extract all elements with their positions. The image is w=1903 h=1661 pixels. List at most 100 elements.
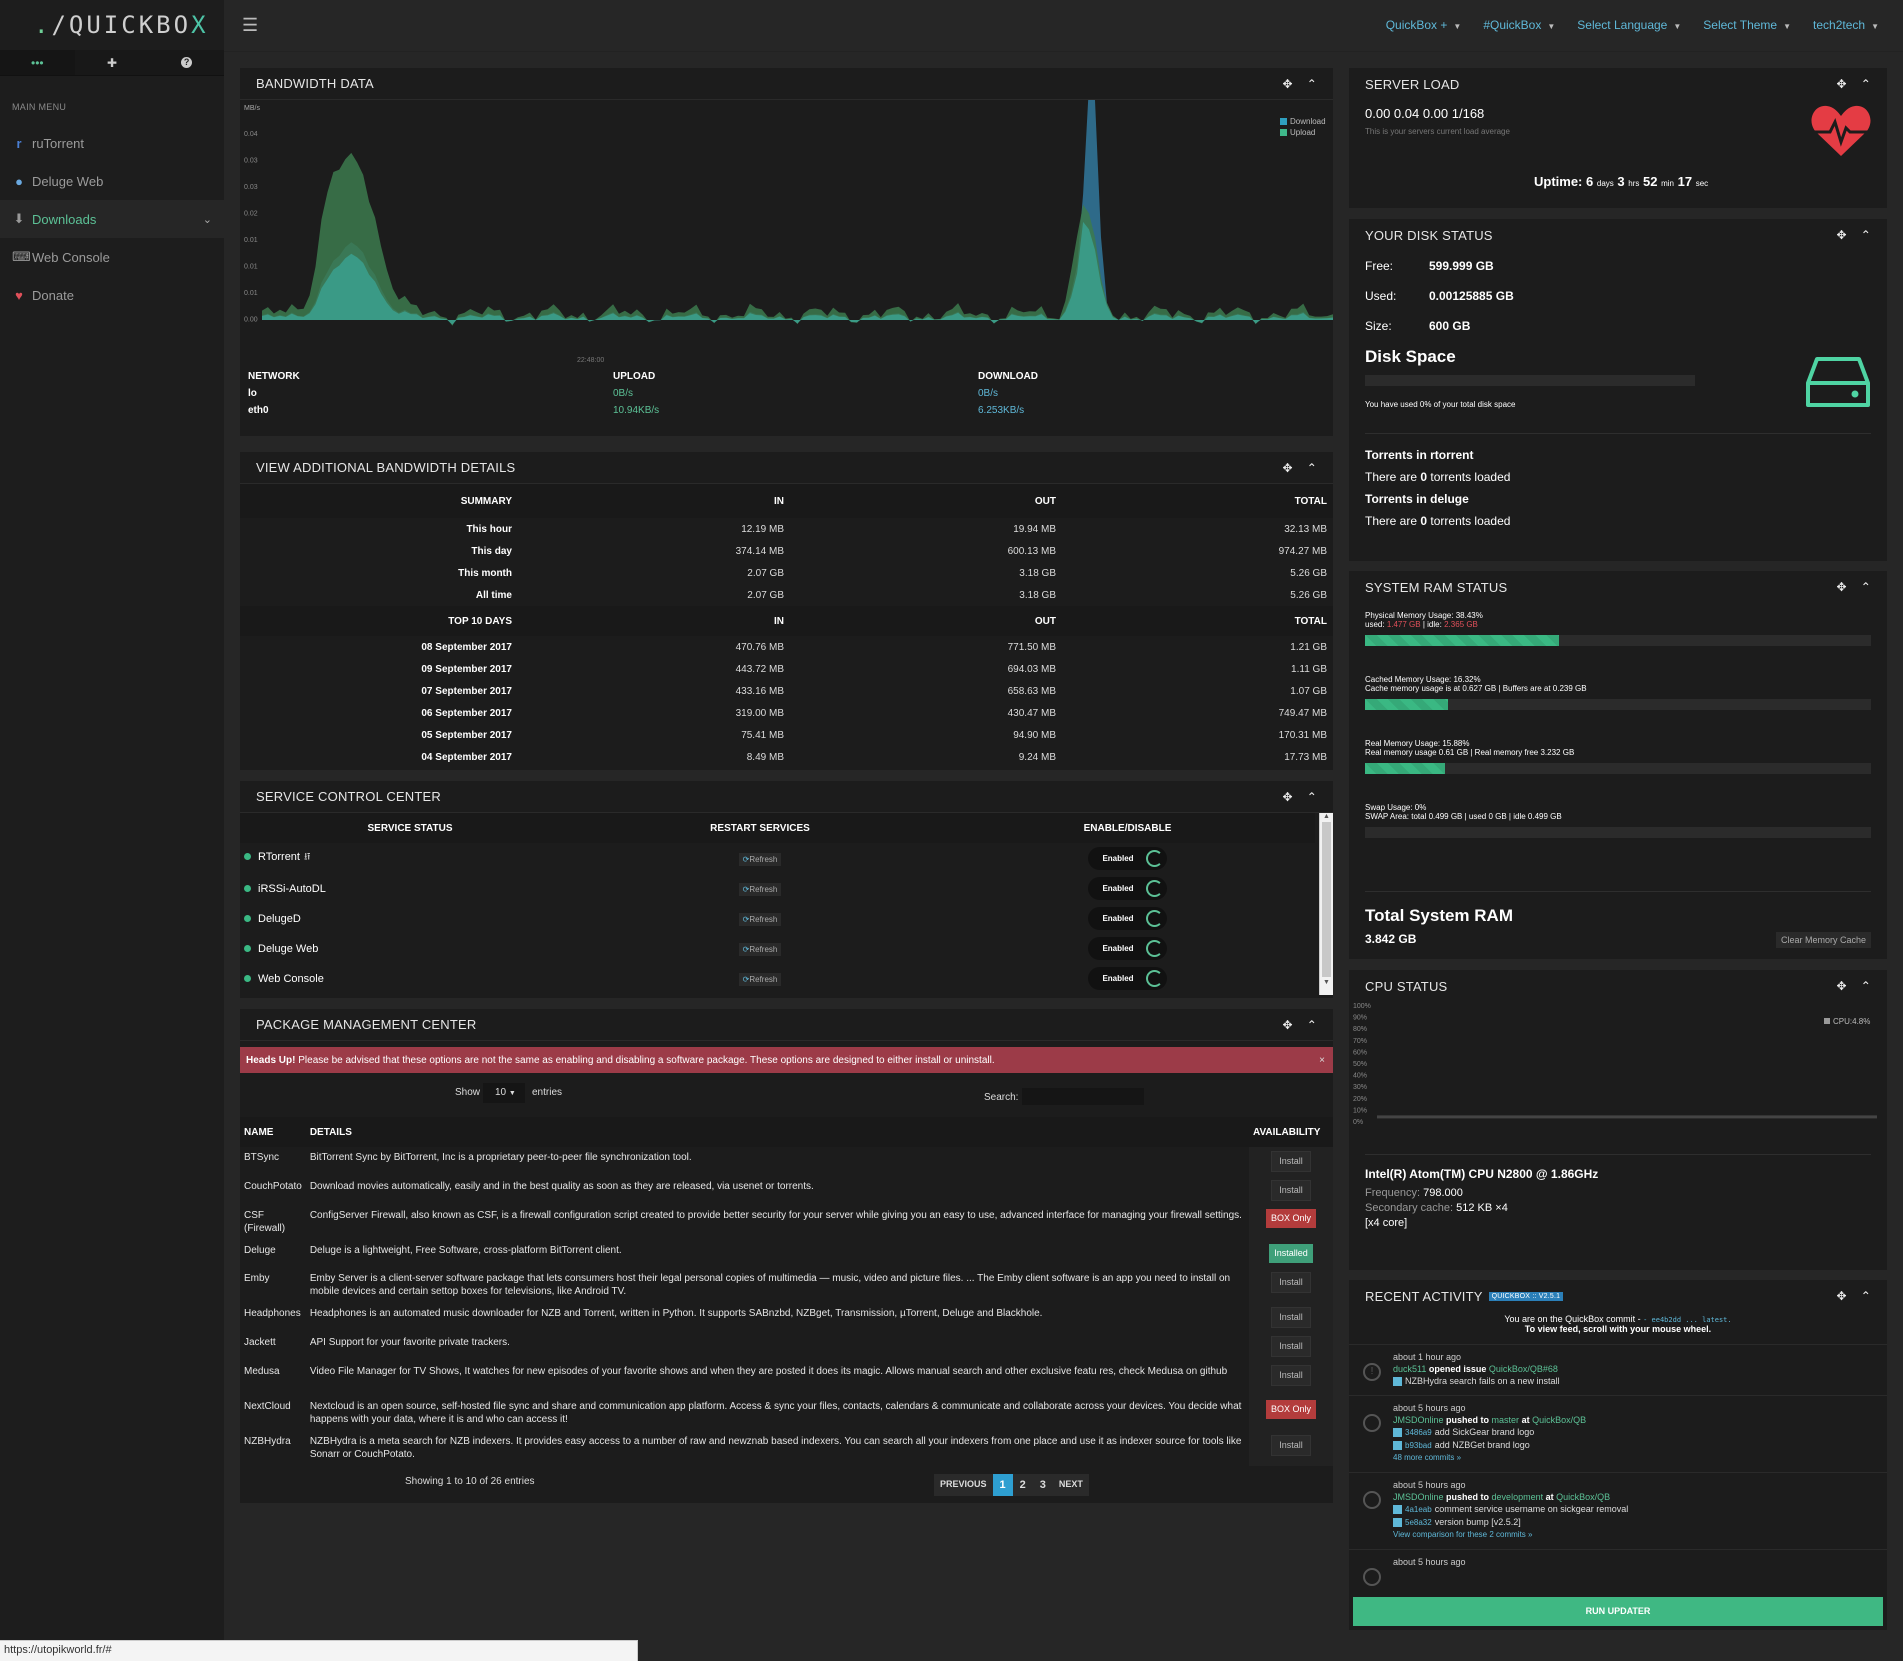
sidebar-item-downloads[interactable]: ⬇ Downloads ⌄ [0,200,224,238]
pager-previous[interactable]: PREVIOUS [934,1474,993,1496]
activity-target[interactable]: QuickBox/QB [1532,1415,1586,1425]
y-tick: 0.02 [244,211,258,218]
package-install-button[interactable]: Install [1271,1307,1311,1328]
move-icon[interactable]: ✥ [1836,1289,1846,1303]
disk-space-title: Disk Space [1365,347,1456,366]
collapse-icon[interactable]: ⌃ [1307,790,1317,804]
package-box-only-button[interactable]: BOX Only [1265,1400,1316,1419]
package-installed-button[interactable]: Installed [1269,1244,1313,1263]
enable-toggle[interactable]: Enabled [1088,846,1167,870]
sidebar-item-donate[interactable]: ♥ Donate [0,276,224,314]
pager-next[interactable]: NEXT [1052,1474,1089,1496]
enable-toggle[interactable]: Enabled [1088,906,1167,930]
entries-select[interactable]: 10 ▼ [483,1083,525,1103]
nav-quickbox-hash[interactable]: #QuickBox ▼ [1483,18,1555,32]
collapse-icon[interactable]: ⌃ [1861,979,1871,993]
refresh-button[interactable]: ⟳Refresh [738,973,782,986]
collapse-icon[interactable]: ⌃ [1307,1018,1317,1032]
tab-menu[interactable]: ••• [0,50,75,75]
status-dot-icon [244,945,251,952]
enable-toggle[interactable]: Enabled [1088,966,1167,990]
heartbeat-icon [1811,105,1871,156]
hamburger-icon[interactable]: ☰ [242,15,258,36]
scroll-up-icon[interactable]: ▲ [1320,813,1333,820]
nav-quickbox-plus[interactable]: QuickBox + ▼ [1386,18,1462,32]
cpu-y-tick: 0% [1353,1119,1363,1126]
package-row: NextCloud Nextcloud is an open source, se… [240,1396,1333,1431]
swap-bar [1365,827,1871,838]
move-icon[interactable]: ✥ [1282,790,1292,804]
y-tick: 0.01 [244,264,258,271]
move-icon[interactable]: ✥ [1836,580,1846,594]
move-icon[interactable]: ✥ [1836,979,1846,993]
collapse-icon[interactable]: ⌃ [1307,461,1317,475]
package-install-button[interactable]: Install [1271,1365,1311,1386]
package-install-button[interactable]: Install [1271,1151,1311,1172]
commit-hash[interactable]: b93bad [1405,1441,1432,1450]
package-name: NZBHydra [244,1436,291,1447]
move-icon[interactable]: ✥ [1282,1018,1292,1032]
enable-toggle[interactable]: Enabled [1088,936,1167,960]
activity-item: ! about 1 hour ago duck511 opened issue Qu… [1349,1344,1887,1395]
collapse-icon[interactable]: ⌃ [1861,580,1871,594]
collapse-icon[interactable]: ⌃ [1861,228,1871,242]
activity-target[interactable]: QuickBox/QB#68 [1489,1364,1558,1374]
physical-memory-bar [1365,635,1871,646]
legend-upload: Upload [1290,128,1315,137]
col-download: DOWNLOAD [978,371,1038,382]
package-install-button[interactable]: Install [1271,1435,1311,1456]
pager-page-1[interactable]: 1 [992,1474,1013,1496]
cpu-y-tick: 80% [1353,1026,1367,1033]
activity-user[interactable]: JMSDOnline [1393,1415,1444,1425]
move-icon[interactable]: ✥ [1836,77,1846,91]
avatar [1393,1505,1402,1515]
quickbox-logo[interactable]: . / QUICKBO X [0,0,224,50]
sidebar-item-web-console[interactable]: ⌨ Web Console [0,238,224,276]
run-updater-button[interactable]: RUN UPDATER [1353,1597,1883,1626]
more-commits-link[interactable]: 48 more commits » [1393,1452,1887,1464]
refresh-button[interactable]: ⟳Refresh [738,883,782,896]
collapse-icon[interactable]: ⌃ [1307,77,1317,91]
refresh-button[interactable]: ⟳Refresh [738,913,782,926]
clear-memory-cache-button[interactable]: Clear Memory Cache [1775,932,1871,948]
scroll-down-icon[interactable]: ▼ [1320,979,1333,986]
package-install-button[interactable]: Install [1271,1180,1311,1201]
nav-select-theme[interactable]: Select Theme ▼ [1703,18,1791,32]
pager-page-2[interactable]: 2 [1012,1474,1033,1496]
commit-info: You are on the QuickBox commit - - ee4b2… [1504,1314,1732,1334]
commit-hash[interactable]: 4a1eab [1405,1505,1432,1514]
table-controls: Show 10 ▼ entries Search: [240,1073,1333,1117]
refresh-button[interactable]: ⟳Refresh [738,943,782,956]
nav-select-language[interactable]: Select Language ▼ [1577,18,1681,32]
nav-user-menu[interactable]: tech2tech ▼ [1813,18,1879,32]
package-box-only-button[interactable]: BOX Only [1265,1209,1316,1228]
package-install-button[interactable]: Install [1271,1272,1311,1293]
package-install-button[interactable]: Install [1271,1336,1311,1357]
move-icon[interactable]: ✥ [1836,228,1846,242]
activity-user[interactable]: JMSDOnline [1393,1492,1444,1502]
sidebar-item-rutorrent[interactable]: r ruTorrent [0,124,224,162]
move-icon[interactable]: ✥ [1282,77,1292,91]
activity-user[interactable]: duck511 [1393,1364,1426,1374]
collapse-icon[interactable]: ⌃ [1861,1289,1871,1303]
activity-target[interactable]: QuickBox/QB [1556,1492,1610,1502]
scrollbar[interactable]: ▲ ▼ [1319,813,1333,995]
refresh-button[interactable]: ⟳Refresh [738,853,782,866]
commit-hash[interactable]: 5e8a32 [1405,1518,1432,1527]
search-input[interactable] [1022,1088,1144,1105]
commit-hash[interactable]: 3486a9 [1405,1428,1432,1437]
alert-banner: Heads Up! Please be advised that these o… [240,1047,1333,1073]
close-icon[interactable]: × [1319,1055,1325,1066]
table-row: 08 September 2017 470.76 MB 771.50 MB 1.21 … [421,641,1327,653]
move-icon[interactable]: ✥ [1282,461,1292,475]
tab-help[interactable]: ? [149,50,224,75]
sidebar-item-deluge-web[interactable]: ● Deluge Web [0,162,224,200]
more-commits-link[interactable]: View comparison for these 2 commits » [1393,1529,1887,1541]
activity-feed[interactable]: ! about 1 hour ago duck511 opened issue Qu… [1349,1344,1887,1599]
enable-toggle[interactable]: Enabled [1088,876,1167,900]
tab-plugins[interactable]: ✚ [75,50,150,75]
panel-title: CPU STATUS [1365,978,1448,994]
collapse-icon[interactable]: ⌃ [1861,77,1871,91]
avatar [1393,1441,1402,1451]
pager-page-3[interactable]: 3 [1032,1474,1053,1496]
